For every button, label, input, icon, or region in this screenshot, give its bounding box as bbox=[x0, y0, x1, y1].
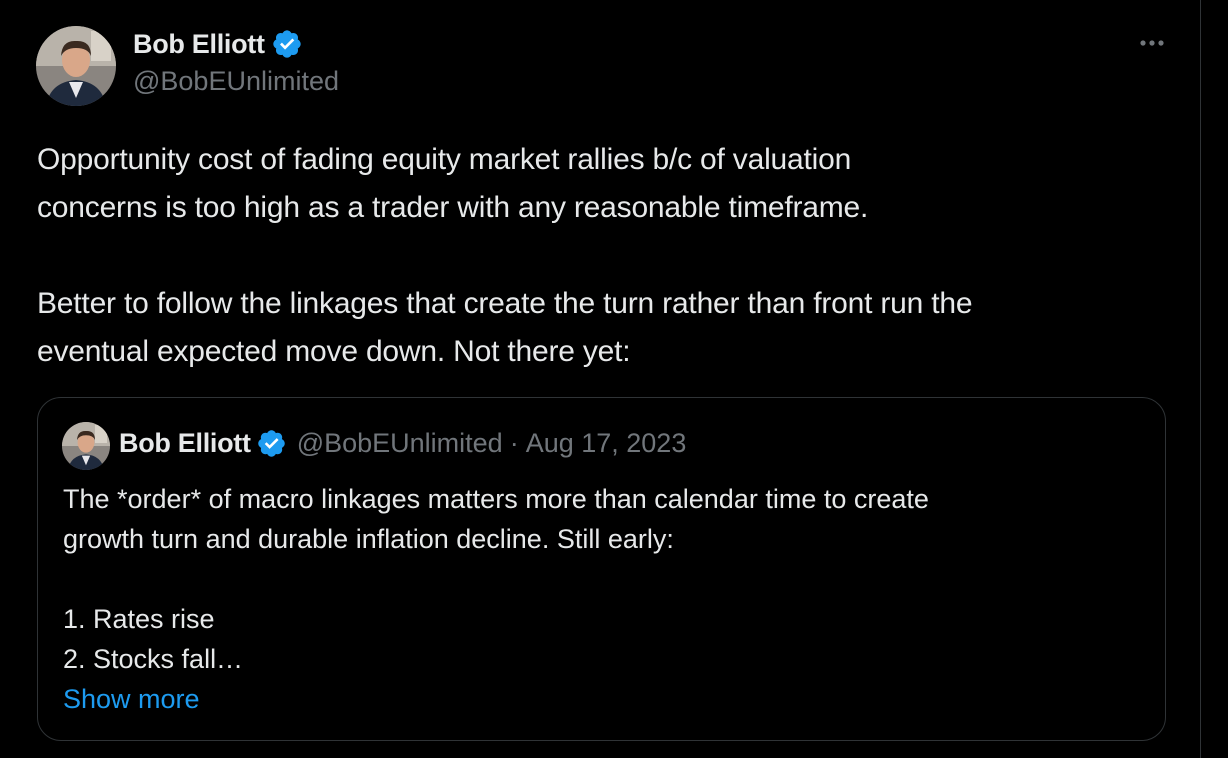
verified-badge-icon bbox=[256, 428, 287, 459]
quoted-tweet-card[interactable]: Bob Elliott @BobEUnlimited · Aug 17, 202… bbox=[37, 397, 1166, 741]
tweet-text: Opportunity cost of fading equity market… bbox=[37, 136, 1187, 376]
tweet-paragraph: Better to follow the linkages that creat… bbox=[37, 287, 973, 368]
quoted-text-line: 2. Stocks fall… bbox=[63, 644, 244, 674]
quoted-text-blank-line bbox=[63, 559, 1143, 599]
show-more-link[interactable]: Show more bbox=[63, 679, 200, 719]
quoted-author-avatar[interactable] bbox=[62, 422, 110, 470]
tweet-paragraph: Opportunity cost of fading equity market… bbox=[37, 143, 869, 224]
more-options-button[interactable] bbox=[1128, 28, 1176, 58]
quoted-tweet-header: Bob Elliott @BobEUnlimited · Aug 17, 202… bbox=[119, 425, 686, 461]
avatar-photo bbox=[62, 422, 110, 470]
timeline-border bbox=[1200, 0, 1201, 758]
quoted-text-line: growth turn and durable inflation declin… bbox=[63, 524, 674, 554]
author-display-name[interactable]: Bob Elliott bbox=[133, 29, 265, 60]
tweet-card[interactable]: Bob Elliott @BobEUnlimited Opportunity c… bbox=[0, 0, 1200, 758]
quoted-tweet-date[interactable]: Aug 17, 2023 bbox=[526, 428, 687, 459]
quoted-author-display-name[interactable]: Bob Elliott bbox=[119, 428, 251, 459]
avatar-photo bbox=[36, 26, 116, 106]
quoted-text-line: The *order* of macro linkages matters mo… bbox=[63, 484, 929, 514]
more-options-icon bbox=[1140, 40, 1164, 46]
verified-badge-icon[interactable] bbox=[271, 28, 303, 60]
author-avatar[interactable] bbox=[36, 26, 116, 106]
author-name-row: Bob Elliott bbox=[133, 26, 303, 62]
quoted-text-line: 1. Rates rise bbox=[63, 604, 215, 634]
quoted-tweet-text: The *order* of macro linkages matters mo… bbox=[63, 479, 1143, 679]
quoted-author-handle[interactable]: @BobEUnlimited bbox=[297, 428, 503, 459]
author-handle[interactable]: @BobEUnlimited bbox=[133, 66, 339, 97]
meta-separator: · bbox=[509, 427, 519, 458]
